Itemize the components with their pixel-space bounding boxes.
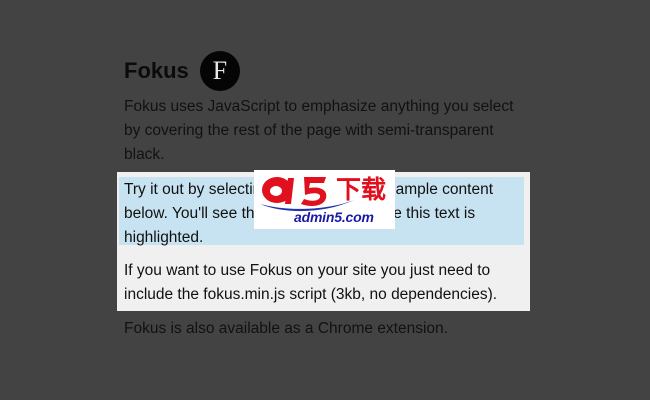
usage-paragraph[interactable]: If you want to use Fokus on your site yo… <box>124 259 526 307</box>
fokus-logo-icon: F <box>199 51 240 91</box>
header: Fokus F <box>124 51 240 91</box>
watermark-domain-text: admin5.com <box>294 209 374 225</box>
watermark-chinese-text: 下载 <box>336 175 387 204</box>
page-title: Fokus <box>124 58 189 83</box>
chrome-extension-paragraph: Fokus is also available as a Chrome exte… <box>124 320 448 337</box>
logo-letter: F <box>212 55 228 85</box>
intro-paragraph: Fokus uses JavaScript to emphasize anyth… <box>124 98 514 163</box>
page-overlay: Fokus F Fokus uses JavaScript to emphasi… <box>0 0 650 400</box>
watermark-logo: 下载 admin5.com <box>254 170 395 229</box>
